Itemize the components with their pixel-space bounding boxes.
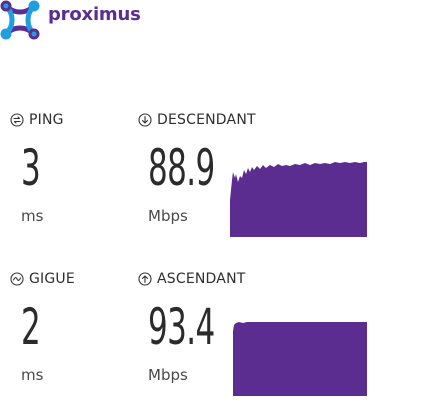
download-speed-graph	[230, 162, 367, 237]
download-arrow-icon	[138, 113, 152, 127]
ping-icon	[10, 113, 24, 127]
jitter-label-text: GIGUE	[29, 271, 75, 287]
ping-label-text: PING	[29, 112, 64, 128]
upload-label: ASCENDANT	[138, 271, 246, 287]
download-value: 88.9	[148, 139, 215, 197]
jitter-label: GIGUE	[10, 271, 75, 287]
ping-unit: ms	[21, 207, 44, 225]
upload-label-text: ASCENDANT	[157, 271, 246, 287]
download-label: DESCENDANT	[138, 112, 256, 128]
jitter-wave-icon	[10, 272, 24, 286]
jitter-unit: ms	[21, 366, 44, 384]
upload-value: 93.4	[148, 298, 215, 356]
download-label-text: DESCENDANT	[157, 112, 256, 128]
brand-name: proximus	[48, 4, 141, 25]
jitter-value: 2	[21, 298, 41, 356]
upload-speed-graph	[233, 322, 367, 396]
upload-unit: Mbps	[148, 366, 188, 384]
proximus-logo-mark-icon	[0, 0, 40, 40]
upload-arrow-icon	[138, 272, 152, 286]
ping-label: PING	[10, 112, 64, 128]
download-speed-graph-area	[230, 162, 367, 237]
ping-value: 3	[21, 139, 41, 197]
upload-speed-graph-area	[233, 322, 367, 396]
download-unit: Mbps	[148, 207, 188, 225]
